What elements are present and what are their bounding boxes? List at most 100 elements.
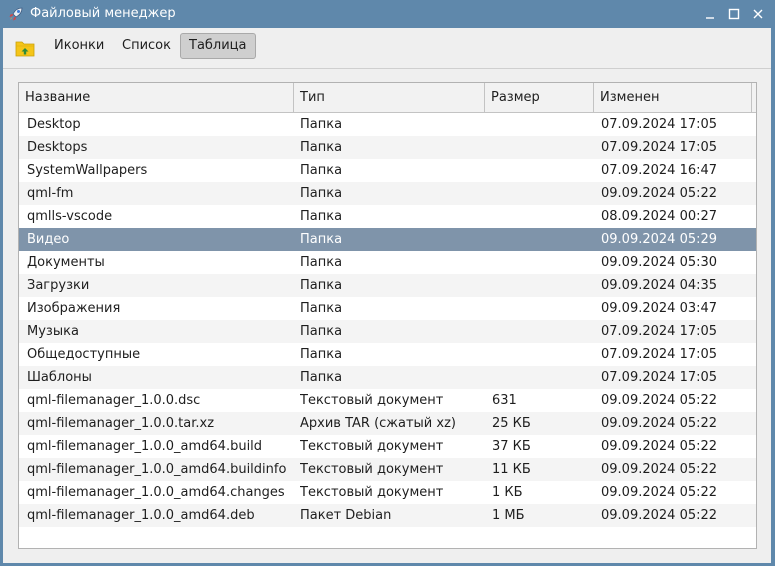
- view-list-button[interactable]: Список: [113, 33, 180, 59]
- table-row[interactable]: Общедоступные Папка 07.09.2024 17:05: [19, 343, 756, 366]
- cell-modified: 07.09.2024 16:47: [601, 163, 718, 178]
- cell-size: [492, 251, 592, 274]
- cell-name: Видео: [27, 232, 70, 247]
- table-row[interactable]: qml-filemanager_1.0.0.tar.xz Архив TAR (с…: [19, 412, 756, 435]
- cell-size: 631: [492, 393, 517, 408]
- cell-name: qml-filemanager_1.0.0_amd64.buildinfo: [27, 462, 287, 477]
- cell-size: 37 КБ: [492, 439, 531, 454]
- cell-type: Папка: [300, 324, 343, 339]
- cell-size: [492, 343, 592, 366]
- cell-size: [492, 182, 592, 205]
- cell-name: qml-filemanager_1.0.0_amd64.build: [27, 439, 263, 454]
- cell-name: qml-filemanager_1.0.0.tar.xz: [27, 416, 215, 431]
- table-row[interactable]: qml-filemanager_1.0.0_amd64.changes Текст…: [19, 481, 756, 504]
- cell-type: Папка: [300, 140, 343, 155]
- folder-up-icon[interactable]: [13, 36, 37, 60]
- view-table-button[interactable]: Таблица: [180, 33, 256, 59]
- table-row[interactable]: qmlls-vscode Папка 08.09.2024 00:27: [19, 205, 756, 228]
- cell-name: Desktop: [27, 117, 81, 132]
- cell-name: Desktops: [27, 140, 88, 155]
- cell-size: 25 КБ: [492, 416, 531, 431]
- cell-type: Текстовый документ: [300, 439, 444, 454]
- cell-type: Папка: [300, 370, 343, 385]
- cell-size: [492, 366, 592, 389]
- cell-modified: 09.09.2024 05:22: [601, 186, 718, 201]
- table-row[interactable]: Видео Папка 09.09.2024 05:29: [19, 228, 756, 251]
- table-header: Название Тип Размер Изменен: [19, 83, 756, 113]
- cell-type: Папка: [300, 347, 343, 362]
- cell-type: Пакет Debian: [300, 508, 392, 523]
- cell-name: qml-filemanager_1.0.0.dsc: [27, 393, 201, 408]
- cell-size: 1 МБ: [492, 508, 525, 523]
- maximize-icon[interactable]: [726, 6, 742, 22]
- cell-size: [492, 228, 592, 251]
- column-header-type[interactable]: Тип: [294, 83, 485, 112]
- cell-type: Папка: [300, 255, 343, 270]
- cell-modified: 07.09.2024 17:05: [601, 370, 718, 385]
- table-row[interactable]: Шаблоны Папка 07.09.2024 17:05: [19, 366, 756, 389]
- close-icon[interactable]: [750, 6, 766, 22]
- cell-type: Папка: [300, 209, 343, 224]
- cell-size: [492, 205, 592, 228]
- cell-type: Текстовый документ: [300, 485, 444, 500]
- cell-modified: 09.09.2024 05:22: [601, 508, 718, 523]
- table-row[interactable]: qml-fm Папка 09.09.2024 05:22: [19, 182, 756, 205]
- window-title: Файловый менеджер: [30, 6, 176, 21]
- cell-size: [492, 159, 592, 182]
- cell-size: [492, 113, 592, 136]
- cell-size: [492, 297, 592, 320]
- table-row[interactable]: SystemWallpapers Папка 07.09.2024 16:47: [19, 159, 756, 182]
- table-row[interactable]: qml-filemanager_1.0.0_amd64.buildinfo Тек…: [19, 458, 756, 481]
- column-header-modified[interactable]: Изменен: [594, 83, 752, 112]
- cell-modified: 09.09.2024 05:22: [601, 393, 718, 408]
- cell-type: Папка: [300, 278, 343, 293]
- table-row[interactable]: qml-filemanager_1.0.0_amd64.deb Пакет Deb…: [19, 504, 756, 527]
- cell-type: Папка: [300, 163, 343, 178]
- cell-modified: 09.09.2024 03:47: [601, 301, 718, 316]
- view-icons-button[interactable]: Иконки: [45, 33, 113, 59]
- cell-name: qml-fm: [27, 186, 74, 201]
- cell-name: SystemWallpapers: [27, 163, 148, 178]
- cell-size: [492, 136, 592, 159]
- cell-size: 1 КБ: [492, 485, 523, 500]
- cell-modified: 09.09.2024 05:22: [601, 439, 718, 454]
- table-row[interactable]: qml-filemanager_1.0.0.dsc Текстовый докум…: [19, 389, 756, 412]
- table-row[interactable]: Загрузки Папка 09.09.2024 04:35: [19, 274, 756, 297]
- cell-type: Папка: [300, 301, 343, 316]
- cell-name: Документы: [27, 255, 105, 270]
- cell-modified: 09.09.2024 04:35: [601, 278, 718, 293]
- cell-name: Изображения: [27, 301, 121, 316]
- cell-name: qml-filemanager_1.0.0_amd64.deb: [27, 508, 255, 523]
- table-row[interactable]: Desktops Папка 07.09.2024 17:05: [19, 136, 756, 159]
- cell-name: Шаблоны: [27, 370, 92, 385]
- cell-name: Общедоступные: [27, 347, 141, 362]
- cell-modified: 09.09.2024 05:29: [601, 232, 718, 247]
- cell-modified: 09.09.2024 05:30: [601, 255, 718, 270]
- cell-size: 11 КБ: [492, 462, 531, 477]
- cell-modified: 08.09.2024 00:27: [601, 209, 718, 224]
- table-row[interactable]: Документы Папка 09.09.2024 05:30: [19, 251, 756, 274]
- cell-modified: 07.09.2024 17:05: [601, 324, 718, 339]
- cell-type: Текстовый документ: [300, 462, 444, 477]
- minimize-icon[interactable]: [702, 6, 718, 22]
- cell-modified: 07.09.2024 17:05: [601, 347, 718, 362]
- table-row[interactable]: Музыка Папка 07.09.2024 17:05: [19, 320, 756, 343]
- cell-type: Папка: [300, 117, 343, 132]
- file-manager-window: Файловый менеджер Иконки Список Таблица: [0, 0, 775, 566]
- table-row[interactable]: qml-filemanager_1.0.0_amd64.build Текстов…: [19, 435, 756, 458]
- title-bar[interactable]: Файловый менеджер: [0, 0, 775, 28]
- column-header-size[interactable]: Размер: [485, 83, 594, 112]
- file-table: Название Тип Размер Изменен Desktop Папка…: [18, 82, 757, 549]
- table-row[interactable]: Desktop Папка 07.09.2024 17:05: [19, 113, 756, 136]
- cell-type: Папка: [300, 232, 343, 247]
- cell-name: qml-filemanager_1.0.0_amd64.changes: [27, 485, 285, 500]
- cell-modified: 07.09.2024 17:05: [601, 117, 718, 132]
- cell-modified: 09.09.2024 05:22: [601, 416, 718, 431]
- cell-name: qmlls-vscode: [27, 209, 113, 224]
- cell-size: [492, 274, 592, 297]
- cell-modified: 07.09.2024 17:05: [601, 140, 718, 155]
- table-body: Desktop Папка 07.09.2024 17:05 Desktops Папк…: [19, 113, 756, 527]
- table-row[interactable]: Изображения Папка 09.09.2024 03:47: [19, 297, 756, 320]
- column-header-name[interactable]: Название: [19, 83, 294, 112]
- toolbar: Иконки Список Таблица: [3, 28, 771, 69]
